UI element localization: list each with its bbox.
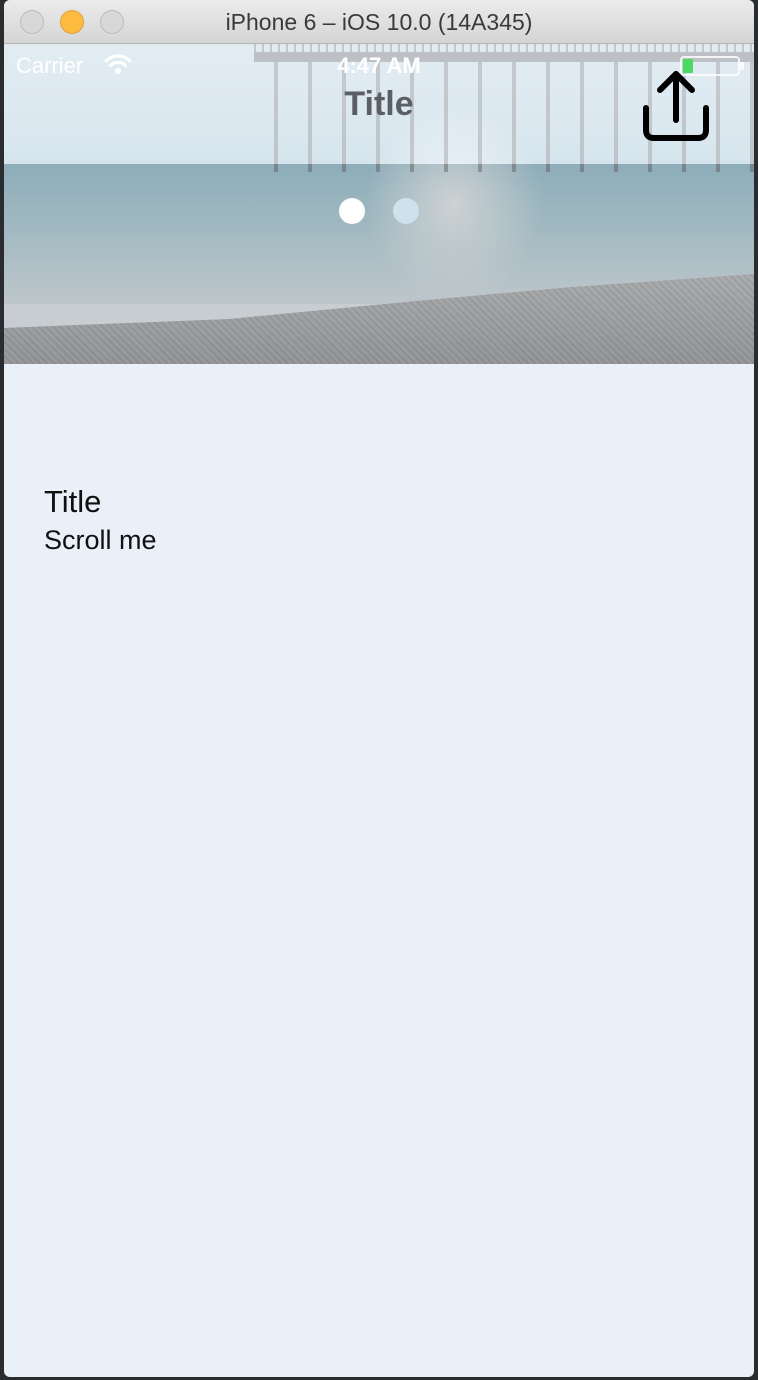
simulator-window: iPhone 6 – iOS 10.0 (14A345) Carrier 4:4…	[4, 0, 754, 1377]
page-dot-1[interactable]	[339, 198, 365, 224]
page-dot-2[interactable]	[393, 198, 419, 224]
window-titlebar: iPhone 6 – iOS 10.0 (14A345)	[4, 0, 754, 44]
content-subtitle: Scroll me	[44, 525, 157, 555]
content-title: Title	[44, 484, 102, 519]
page-control[interactable]	[4, 198, 754, 224]
page-control-background	[4, 164, 754, 364]
share-button[interactable]	[636, 68, 716, 148]
window-title: iPhone 6 – iOS 10.0 (14A345)	[225, 9, 533, 35]
phone-screen: Carrier 4:47 AM Title Title Scroll me	[4, 44, 754, 1377]
share-icon	[643, 71, 709, 141]
